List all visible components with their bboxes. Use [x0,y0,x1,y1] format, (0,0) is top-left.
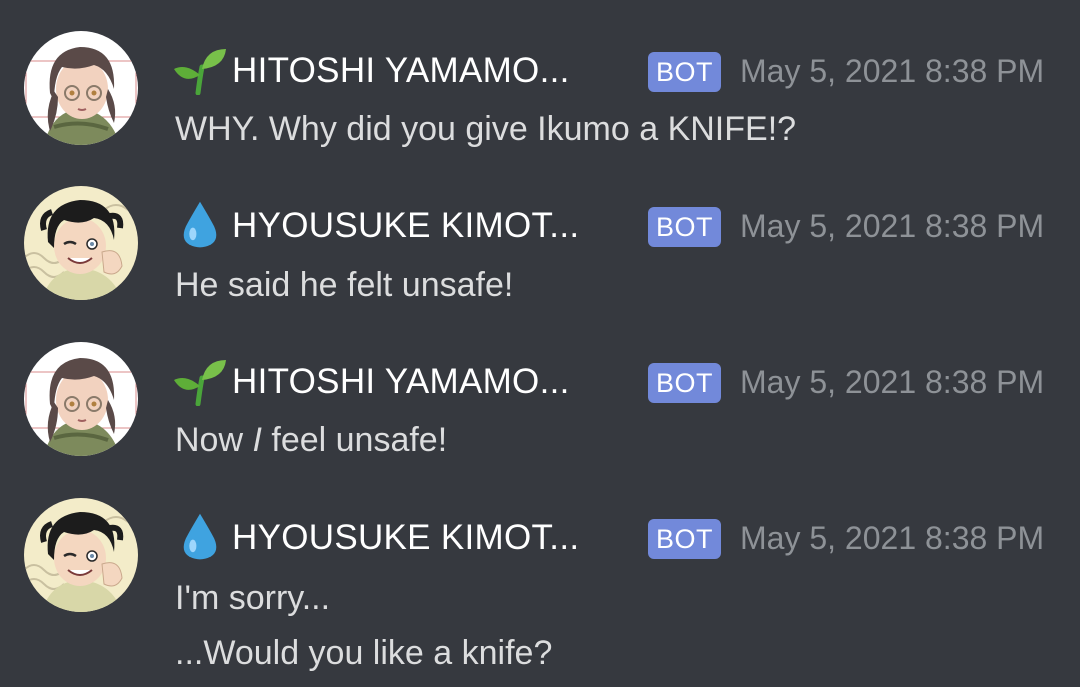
hyousuke-avatar[interactable] [24,498,138,612]
message-text: Now I feel unsafe! [175,420,447,460]
message-item[interactable]: HITOSHI YAMAMO... BOT May 5, 2021 8:38 P… [0,31,1080,161]
message-text: ...Would you like a knife? [175,634,553,672]
message-item[interactable]: HYOUSUKE KIMOT... BOT May 5, 2021 8:38 P… [0,498,1080,687]
message-text: He said he felt unsafe! [175,266,514,304]
message-text-emphasis: I [252,421,262,459]
seedling-icon [172,45,228,95]
hyousuke-avatar[interactable] [24,186,138,300]
chat-log: HITOSHI YAMAMO... BOT May 5, 2021 8:38 P… [0,0,1080,687]
bot-badge: BOT [648,52,721,92]
bot-badge: BOT [648,363,721,403]
timestamp[interactable]: May 5, 2021 8:38 PM [740,51,1044,91]
username[interactable]: HYOUSUKE KIMOT... [232,206,579,246]
timestamp[interactable]: May 5, 2021 8:38 PM [740,362,1044,402]
username[interactable]: HITOSHI YAMAMO... [232,362,570,402]
message-text-part: feel unsafe! [261,421,448,459]
droplet-icon [172,512,228,562]
droplet-icon [172,200,228,250]
username[interactable]: HITOSHI YAMAMO... [232,51,570,91]
message-text: WHY. Why did you give Ikumo a KNIFE!? [175,110,797,148]
message-text-part: Now [175,421,253,459]
username[interactable]: HYOUSUKE KIMOT... [232,518,579,558]
message-header: HITOSHI YAMAMO... BOT May 5, 2021 8:38 P… [172,41,1062,93]
message-item[interactable]: HITOSHI YAMAMO... BOT May 5, 2021 8:38 P… [0,342,1080,472]
timestamp[interactable]: May 5, 2021 8:38 PM [740,518,1044,558]
hitoshi-avatar[interactable] [24,342,138,456]
timestamp[interactable]: May 5, 2021 8:38 PM [740,206,1044,246]
hitoshi-avatar[interactable] [24,31,138,145]
seedling-icon [172,356,228,406]
message-header: HYOUSUKE KIMOT... BOT May 5, 2021 8:38 P… [172,196,1062,248]
message-header: HYOUSUKE KIMOT... BOT May 5, 2021 8:38 P… [172,508,1062,560]
message-item[interactable]: HYOUSUKE KIMOT... BOT May 5, 2021 8:38 P… [0,186,1080,316]
bot-badge: BOT [648,207,721,247]
message-header: HITOSHI YAMAMO... BOT May 5, 2021 8:38 P… [172,352,1062,404]
bot-badge: BOT [648,519,721,559]
message-text: I'm sorry... [175,579,331,617]
